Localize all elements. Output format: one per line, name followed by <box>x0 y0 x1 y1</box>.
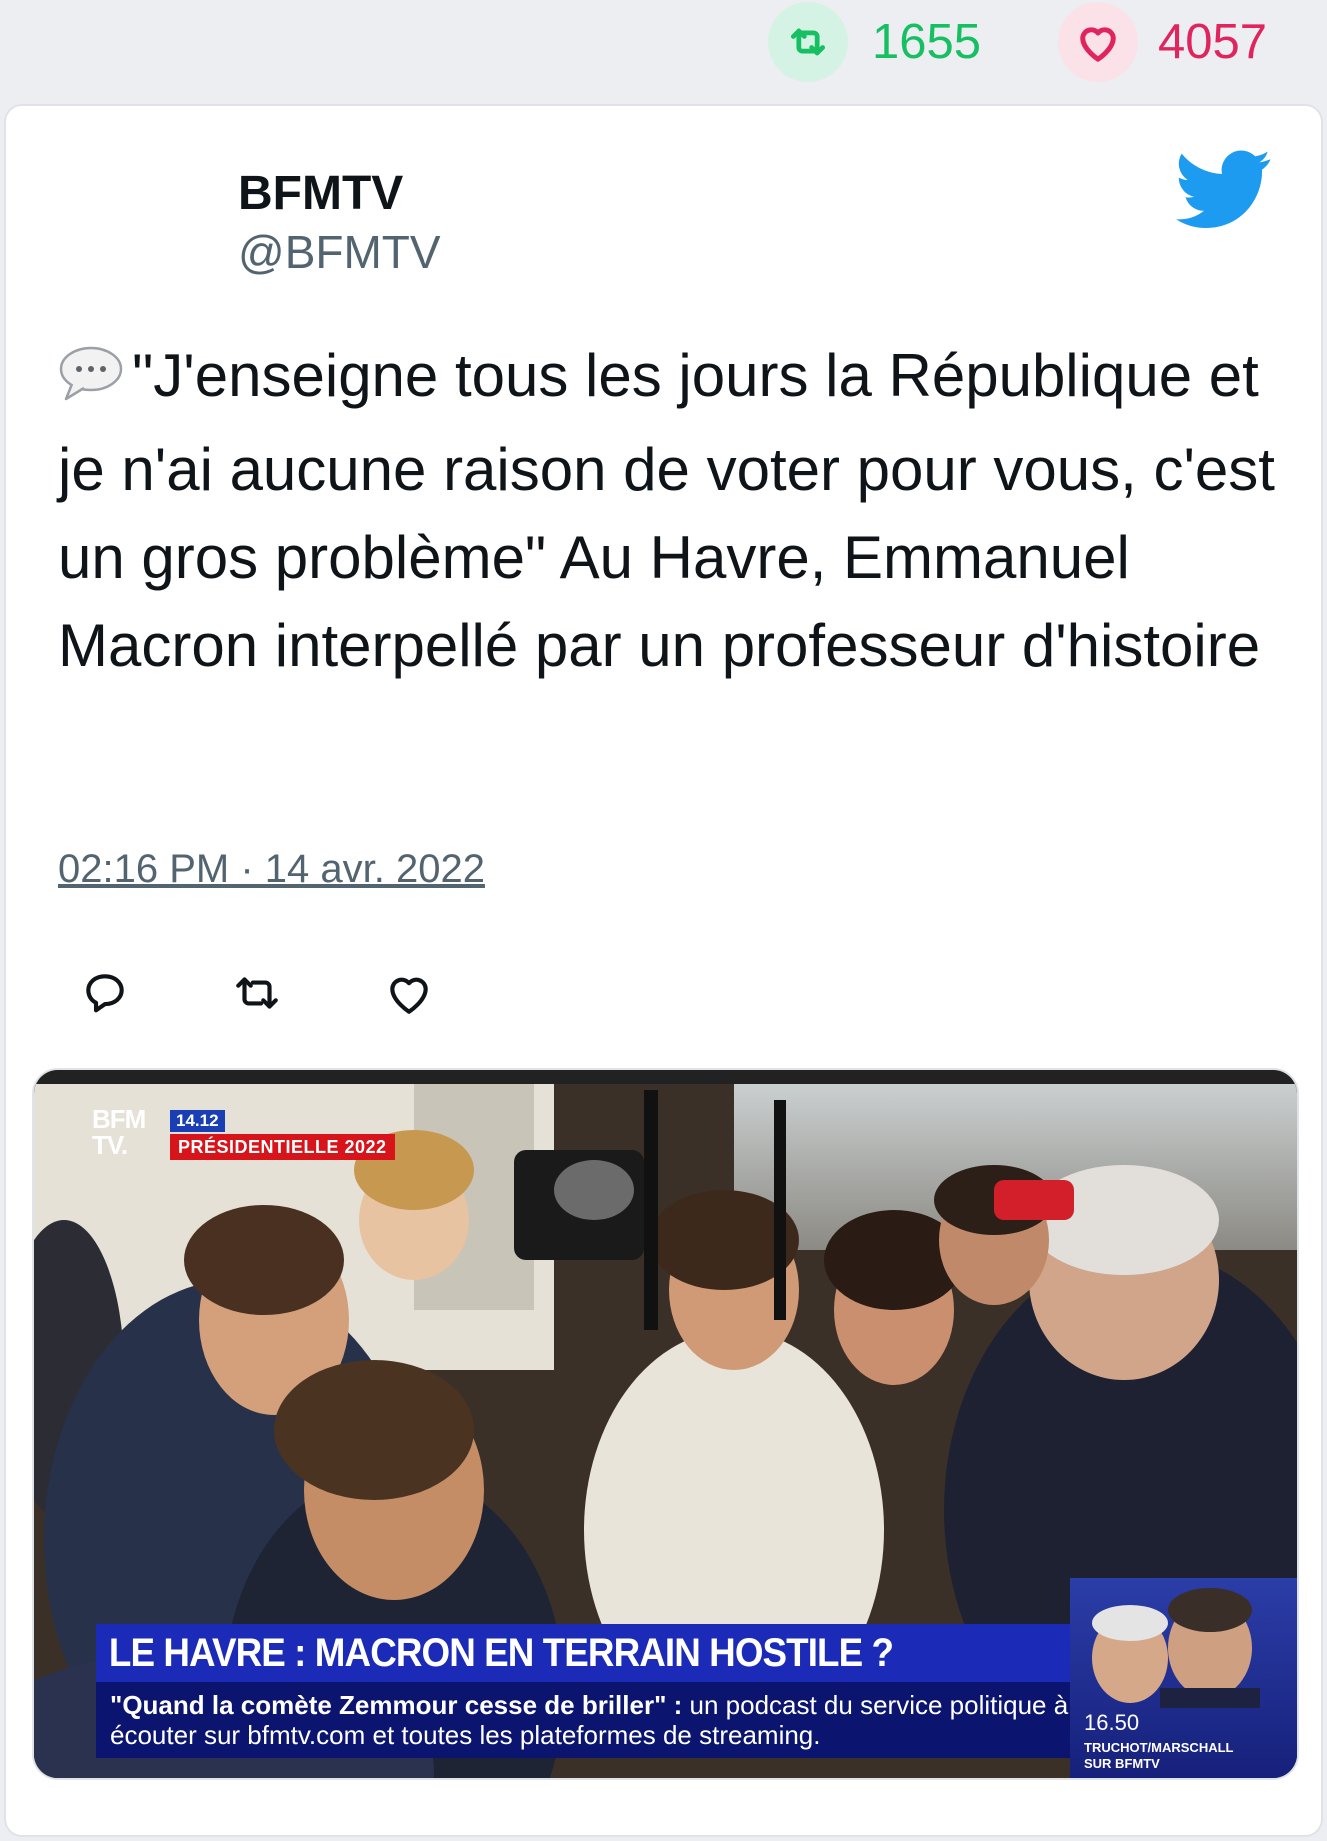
tweet-text: "J'enseigne tous les jours la République… <box>58 332 1278 690</box>
tweet-media-video[interactable]: BFM TV. 14.12 PRÉSIDENTIELLE 2022 LE HAV… <box>32 1068 1299 1780</box>
promo-line1: TRUCHOT/MARSCHALL <box>1084 1740 1234 1755</box>
section-badge: PRÉSIDENTIELLE 2022 <box>170 1134 395 1160</box>
promo-box: 16.50 TRUCHOT/MARSCHALL SUR BFMTV <box>1070 1578 1297 1778</box>
tweet-card: BFMTV @BFMTV "J'enseigne tous les jours … <box>4 104 1323 1837</box>
action-bar <box>78 966 436 1020</box>
broadcast-time-badge: 14.12 <box>170 1110 225 1132</box>
subline-bold: "Quand la comète Zemmour cesse de brille… <box>110 1690 683 1720</box>
video-subline: "Quand la comète Zemmour cesse de brille… <box>96 1682 1096 1758</box>
reply-icon[interactable] <box>78 966 132 1020</box>
tweet-body: "J'enseigne tous les jours la République… <box>58 342 1275 679</box>
retweet-icon <box>768 2 848 82</box>
retweet-count[interactable]: 1655 <box>768 0 981 84</box>
author-block[interactable]: BFMTV @BFMTV <box>238 166 441 280</box>
bfm-logo-line2: TV. <box>92 1130 128 1160</box>
promo-names: TRUCHOT/MARSCHALL SUR BFMTV <box>1084 1740 1233 1772</box>
video-headline: LE HAVRE : MACRON EN TERRAIN HOSTILE ? <box>96 1624 1092 1682</box>
heart-icon <box>1058 2 1138 82</box>
promo-line2: SUR BFMTV <box>1084 1756 1160 1771</box>
tweet-stats: 1655 4057 <box>0 0 1327 100</box>
promo-hosts-image <box>1092 1588 1260 1708</box>
author-handle: @BFMTV <box>238 226 441 278</box>
like-count-value: 4057 <box>1158 15 1268 69</box>
twitter-bird-icon[interactable] <box>1176 150 1272 230</box>
bfmtv-logo: BFM TV. <box>92 1104 146 1160</box>
like-icon[interactable] <box>382 966 436 1020</box>
author-name: BFMTV <box>238 167 404 220</box>
lower-third-banner: LE HAVRE : MACRON EN TERRAIN HOSTILE ? "… <box>96 1624 1096 1758</box>
bfm-logo-line1: BFM <box>92 1104 146 1134</box>
promo-time: 16.50 <box>1084 1710 1140 1735</box>
speech-bubble-icon <box>58 338 124 426</box>
like-count[interactable]: 4057 <box>1058 0 1267 84</box>
retweet-icon[interactable] <box>230 966 284 1020</box>
retweet-count-value: 1655 <box>872 15 982 69</box>
tweet-timestamp[interactable]: 02:16 PM · 14 avr. 2022 <box>58 844 485 894</box>
